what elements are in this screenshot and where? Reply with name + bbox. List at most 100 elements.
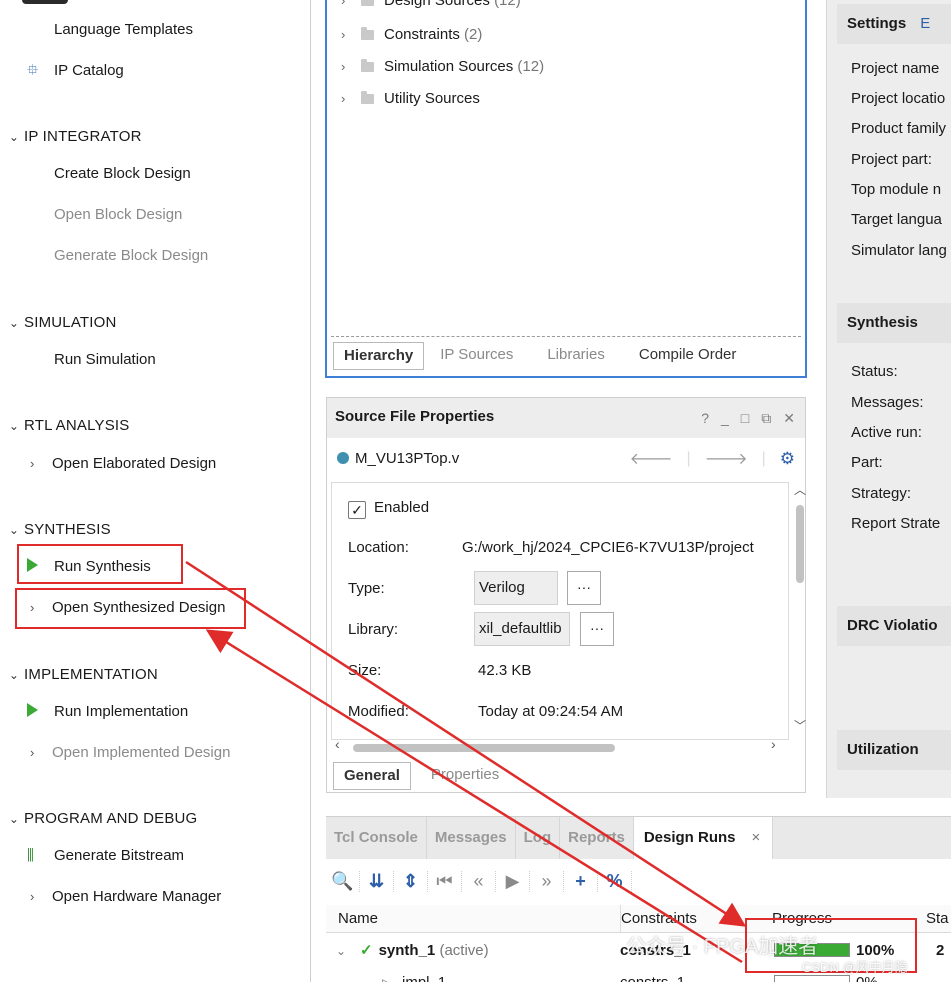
nav-generate-block-design[interactable]: Generate Block Design <box>54 244 208 268</box>
nav-item-label: Generate Block Design <box>54 247 209 264</box>
file-name: M_VU13PTop.v <box>355 450 460 467</box>
tab-general[interactable]: General <box>333 762 411 790</box>
nav-item-label: Run Implementation <box>54 703 189 720</box>
chevron-right-icon[interactable]: ▷ <box>382 967 391 982</box>
type-field[interactable]: Verilog <box>474 571 558 605</box>
tab-hierarchy[interactable]: Hierarchy <box>333 342 425 370</box>
maximize-icon[interactable]: □ <box>741 410 749 427</box>
percent-icon[interactable]: % <box>598 870 632 892</box>
section-synthesis[interactable]: ⌄ SYNTHESIS <box>4 518 111 542</box>
tree-design-sources[interactable]: › Design Sources (12) <box>341 0 521 13</box>
section-ip-integrator[interactable]: ⌄ IP INTEGRATOR <box>4 125 142 149</box>
next-icon[interactable]: » <box>530 870 564 892</box>
tree-constraints[interactable]: › Constraints (2) <box>341 23 482 47</box>
section-simulation[interactable]: ⌄ SIMULATION <box>4 311 117 335</box>
back-arrow-icon[interactable]: 🡐 <box>630 448 673 469</box>
run-play-icon <box>27 703 38 717</box>
scroll-right-icon[interactable]: › <box>771 736 776 752</box>
close-icon[interactable]: × <box>752 829 761 846</box>
close-icon[interactable]: ✕ <box>783 410 795 427</box>
nav-language-templates[interactable]: Language Templates <box>54 18 193 42</box>
tab-log[interactable]: Log <box>516 817 561 859</box>
chevron-down-icon: ⌄ <box>8 130 20 144</box>
type-browse-button[interactable]: ··· <box>567 571 601 605</box>
setting-row: Project locatio <box>851 90 946 107</box>
nav-open-elaborated-design[interactable]: › Open Elaborated Design <box>30 452 216 476</box>
nav-ip-catalog[interactable]: ⯐ IP Catalog <box>27 59 124 83</box>
gear-icon[interactable]: ⚙ <box>780 449 795 469</box>
nav-item-label: Open Block Design <box>54 206 183 223</box>
toolbar-icon[interactable] <box>22 0 68 4</box>
section-implementation[interactable]: ⌄ IMPLEMENTATION <box>4 663 158 687</box>
tab-tcl-console[interactable]: Tcl Console <box>326 817 427 859</box>
flow-navigator: Language Templates ⯐ IP Catalog ⌄ IP INTEG… <box>0 0 311 982</box>
utilization-header: Utilization <box>837 730 951 770</box>
enabled-checkbox[interactable]: ✓ <box>348 501 366 519</box>
library-browse-button[interactable]: ··· <box>580 612 614 646</box>
chevron-down-icon: ⌄ <box>8 812 20 826</box>
minimize-icon[interactable]: _ <box>721 410 729 427</box>
tree-utility-sources[interactable]: › Utility Sources <box>341 87 480 111</box>
size-value: 42.3 KB <box>478 662 532 679</box>
column-constraints[interactable]: Constraints <box>620 905 697 933</box>
modified-value: Today at 09:24:54 AM <box>478 703 624 720</box>
section-rtl-analysis[interactable]: ⌄ RTL ANALYSIS <box>4 414 130 438</box>
vertical-scrollbar[interactable]: ︿ ﹀ <box>792 483 808 733</box>
collapse-all-icon[interactable]: ⇊ <box>360 870 394 892</box>
check-icon: ✓ <box>360 942 373 959</box>
search-icon[interactable]: 🔍 <box>326 870 360 892</box>
chevron-right-icon: › <box>30 745 35 760</box>
nav-run-simulation[interactable]: Run Simulation <box>54 348 156 372</box>
tab-ip-sources[interactable]: IP Sources <box>428 342 525 370</box>
tree-count: (12) <box>517 58 545 75</box>
nav-run-implementation[interactable]: Run Implementation <box>27 700 188 724</box>
tab-compile-order[interactable]: Compile Order <box>627 342 749 370</box>
expand-all-icon[interactable]: ⇕ <box>394 870 428 892</box>
edit-link[interactable]: E <box>920 15 930 32</box>
nav-create-block-design[interactable]: Create Block Design <box>54 162 191 186</box>
section-title: SYNTHESIS <box>24 521 111 538</box>
section-title: RTL ANALYSIS <box>24 417 130 434</box>
nav-generate-bitstream[interactable]: ⫼ Generate Bitstream <box>27 844 184 868</box>
enabled-checkbox-row[interactable]: ✓ Enabled <box>348 495 429 521</box>
chevron-down-icon[interactable]: ⌄ <box>336 935 346 967</box>
nav-open-block-design[interactable]: Open Block Design <box>54 203 182 227</box>
column-name[interactable]: Name <box>338 905 378 933</box>
setting-row: Product family <box>851 120 947 137</box>
first-icon[interactable]: ⏮ <box>428 870 462 892</box>
column-status[interactable]: Sta <box>926 905 949 933</box>
scroll-thumb[interactable] <box>353 744 615 752</box>
horizontal-scrollbar[interactable]: ‹ › <box>331 736 789 754</box>
enabled-label: Enabled <box>374 499 430 516</box>
tab-libraries[interactable]: Libraries <box>535 342 617 370</box>
folder-icon <box>361 91 374 104</box>
forward-arrow-icon[interactable]: 🡒 <box>705 448 748 469</box>
setting-row: Simulator lang <box>851 242 947 259</box>
nav-item-label: IP Catalog <box>54 62 124 79</box>
size-label: Size: <box>348 662 382 679</box>
highlight-run-synthesis <box>17 544 183 584</box>
tab-messages[interactable]: Messages <box>427 817 516 859</box>
synthesis-row: Status: <box>851 363 898 380</box>
nav-item-label: Open Elaborated Design <box>52 455 217 472</box>
nav-open-implemented-design[interactable]: › Open Implemented Design <box>30 741 230 765</box>
scroll-left-icon[interactable]: ‹ <box>335 736 340 752</box>
divider: | <box>686 449 691 467</box>
scroll-up-icon[interactable]: ︿ <box>794 481 806 498</box>
tree-simulation-sources[interactable]: › Simulation Sources (12) <box>341 55 544 79</box>
add-icon[interactable]: + <box>564 870 598 892</box>
tab-properties[interactable]: Properties <box>419 762 511 790</box>
library-field[interactable]: xil_defaultlib <box>474 612 570 646</box>
tab-reports[interactable]: Reports <box>560 817 634 859</box>
float-icon[interactable]: ⧉ <box>761 410 771 427</box>
bottom-tabs: Tcl Console Messages Log Reports Design … <box>326 817 951 859</box>
play-icon[interactable]: ▶ <box>496 870 530 892</box>
previous-icon[interactable]: « <box>462 870 496 892</box>
section-program-and-debug[interactable]: ⌄ PROGRAM AND DEBUG <box>4 807 197 831</box>
scroll-down-icon[interactable]: ﹀ <box>794 717 806 734</box>
tab-design-runs[interactable]: Design Runs × <box>633 817 774 859</box>
bitstream-icon: ⫼ <box>27 847 34 864</box>
help-icon[interactable]: ? <box>701 410 709 427</box>
scroll-thumb[interactable] <box>796 505 804 583</box>
nav-open-hardware-manager[interactable]: › Open Hardware Manager <box>30 885 221 909</box>
